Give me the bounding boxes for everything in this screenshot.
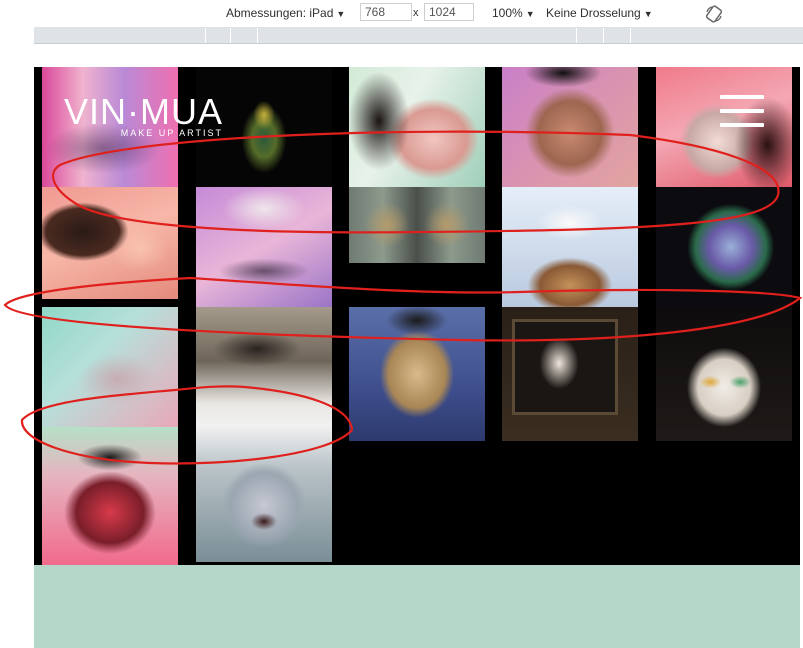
gallery-photo[interactable]	[42, 307, 178, 427]
footer-section	[34, 565, 800, 648]
viewport-width-input[interactable]	[360, 3, 412, 21]
gallery-photo[interactable]	[656, 187, 792, 307]
hamburger-icon	[720, 109, 764, 113]
gallery-photo[interactable]	[196, 187, 332, 307]
throttle-label: Keine Drosselung	[546, 6, 641, 20]
caret-down-icon: ▼	[336, 9, 346, 19]
gallery-photo[interactable]	[196, 427, 332, 562]
gallery-photo[interactable]	[502, 67, 638, 187]
hamburger-icon	[720, 123, 764, 127]
zoom-label: 100%	[492, 6, 523, 20]
viewport-height-input[interactable]	[424, 3, 474, 21]
dimension-separator: x	[413, 7, 419, 19]
gallery-photo[interactable]	[349, 187, 485, 263]
ruler-divider	[603, 28, 604, 43]
ruler-divider	[230, 28, 231, 43]
gallery-photo[interactable]	[42, 187, 178, 299]
throttle-select[interactable]: Keine Drosselung ▼	[546, 6, 653, 20]
gallery-photo[interactable]	[349, 67, 485, 187]
devtools-device-toolbar: Abmessungen: iPad▼ x 100%▼ Keine Drossel…	[34, 0, 803, 28]
rotate-icon[interactable]	[704, 4, 724, 24]
media-query-ruler	[34, 28, 803, 44]
ruler-divider	[257, 28, 258, 43]
gallery-photo[interactable]	[502, 307, 638, 441]
gallery-photo[interactable]	[656, 307, 792, 441]
website-viewport: VIN·MUA MAKE UP ARTIST	[34, 67, 800, 648]
gallery-photo[interactable]	[196, 307, 332, 427]
gallery-photo[interactable]	[42, 427, 178, 565]
logo-text: VIN·MUA	[64, 91, 223, 132]
zoom-select[interactable]: 100% ▼	[492, 6, 535, 20]
gallery-photo[interactable]	[349, 307, 485, 441]
caret-down-icon: ▼	[525, 9, 535, 19]
ruler-divider	[576, 28, 577, 43]
caret-down-icon: ▼	[643, 9, 653, 19]
site-logo[interactable]: VIN·MUA MAKE UP ARTIST	[64, 91, 223, 139]
device-select-label: Abmessungen: iPad	[226, 6, 334, 20]
device-select[interactable]: Abmessungen: iPad ▼	[226, 6, 345, 20]
ruler-divider	[630, 28, 631, 43]
hamburger-icon	[720, 95, 764, 99]
ruler-divider	[205, 28, 206, 43]
hamburger-menu-button[interactable]	[720, 93, 764, 129]
gallery-photo[interactable]	[502, 187, 638, 307]
